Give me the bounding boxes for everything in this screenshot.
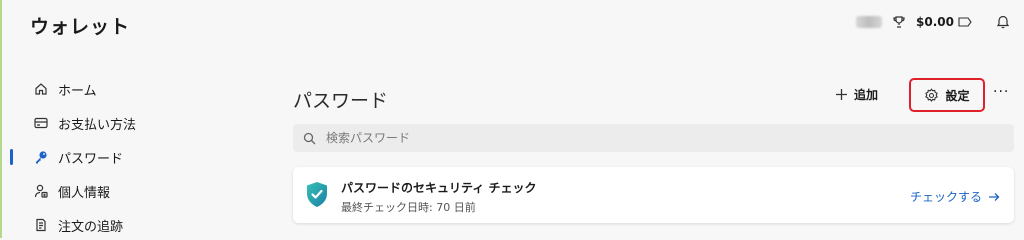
add-button-label: 追加 [854, 88, 879, 102]
search-input[interactable] [324, 130, 978, 146]
search-icon [303, 132, 316, 145]
security-check-title: パスワードのセキュリティ チェック [341, 181, 537, 195]
gear-icon [924, 87, 939, 103]
settings-button[interactable]: 設定 [909, 78, 985, 112]
sidebar-item-label: 注文の追跡 [58, 219, 124, 235]
balance-amount: $0.00 [916, 14, 954, 29]
person-icon [34, 184, 48, 198]
more-options-button[interactable]: ··· [993, 84, 1009, 100]
sidebar-item-home[interactable]: ホーム [2, 72, 232, 106]
password-security-check-card[interactable]: パスワードのセキュリティ チェック 最終チェック日時: 70 日前 チェックする [293, 167, 1014, 223]
plus-icon [835, 88, 848, 101]
sidebar: ホーム お支払い方法 パスワード 個人情報 注文の追跡 [2, 72, 232, 240]
bell-icon[interactable] [996, 14, 1010, 29]
receipt-icon [34, 218, 48, 232]
settings-button-label: 設定 [945, 88, 970, 103]
key-icon [34, 150, 48, 164]
home-icon [34, 82, 48, 96]
sidebar-item-label: パスワード [58, 151, 124, 167]
page-title: パスワード [293, 90, 389, 112]
rewards-trophy-icon[interactable] [892, 15, 906, 29]
wallet-tag-icon [958, 16, 972, 27]
account-name-redacted [856, 15, 883, 28]
sidebar-item-personal-info[interactable]: 個人情報 [2, 174, 232, 208]
balance-indicator[interactable]: $0.00 [916, 15, 972, 29]
topbar-actions: $0.00 [856, 14, 1010, 29]
search-bar[interactable] [293, 124, 1014, 152]
sidebar-item-passwords[interactable]: パスワード [2, 140, 232, 174]
sidebar-item-order-tracking[interactable]: 注文の追跡 [2, 208, 232, 240]
last-checked-text: 最終チェック日時: 70 日前 [341, 201, 476, 214]
card-icon [34, 117, 48, 129]
wallet-app: ウォレット $0.00 ホーム お支払い方法 パスワード 個人情報 注文の追跡 … [0, 0, 1024, 238]
shield-check-icon [305, 181, 329, 212]
sidebar-item-label: お支払い方法 [58, 117, 137, 133]
run-check-label: チェックする [909, 190, 982, 204]
sidebar-item-payment-methods[interactable]: お支払い方法 [2, 106, 232, 140]
add-password-button[interactable]: 追加 [835, 86, 878, 103]
arrow-right-icon [988, 192, 1000, 202]
run-check-link[interactable]: チェックする [910, 188, 1000, 205]
app-title: ウォレット [30, 16, 131, 38]
sidebar-item-label: ホーム [58, 83, 97, 99]
sidebar-item-label: 個人情報 [58, 185, 111, 201]
